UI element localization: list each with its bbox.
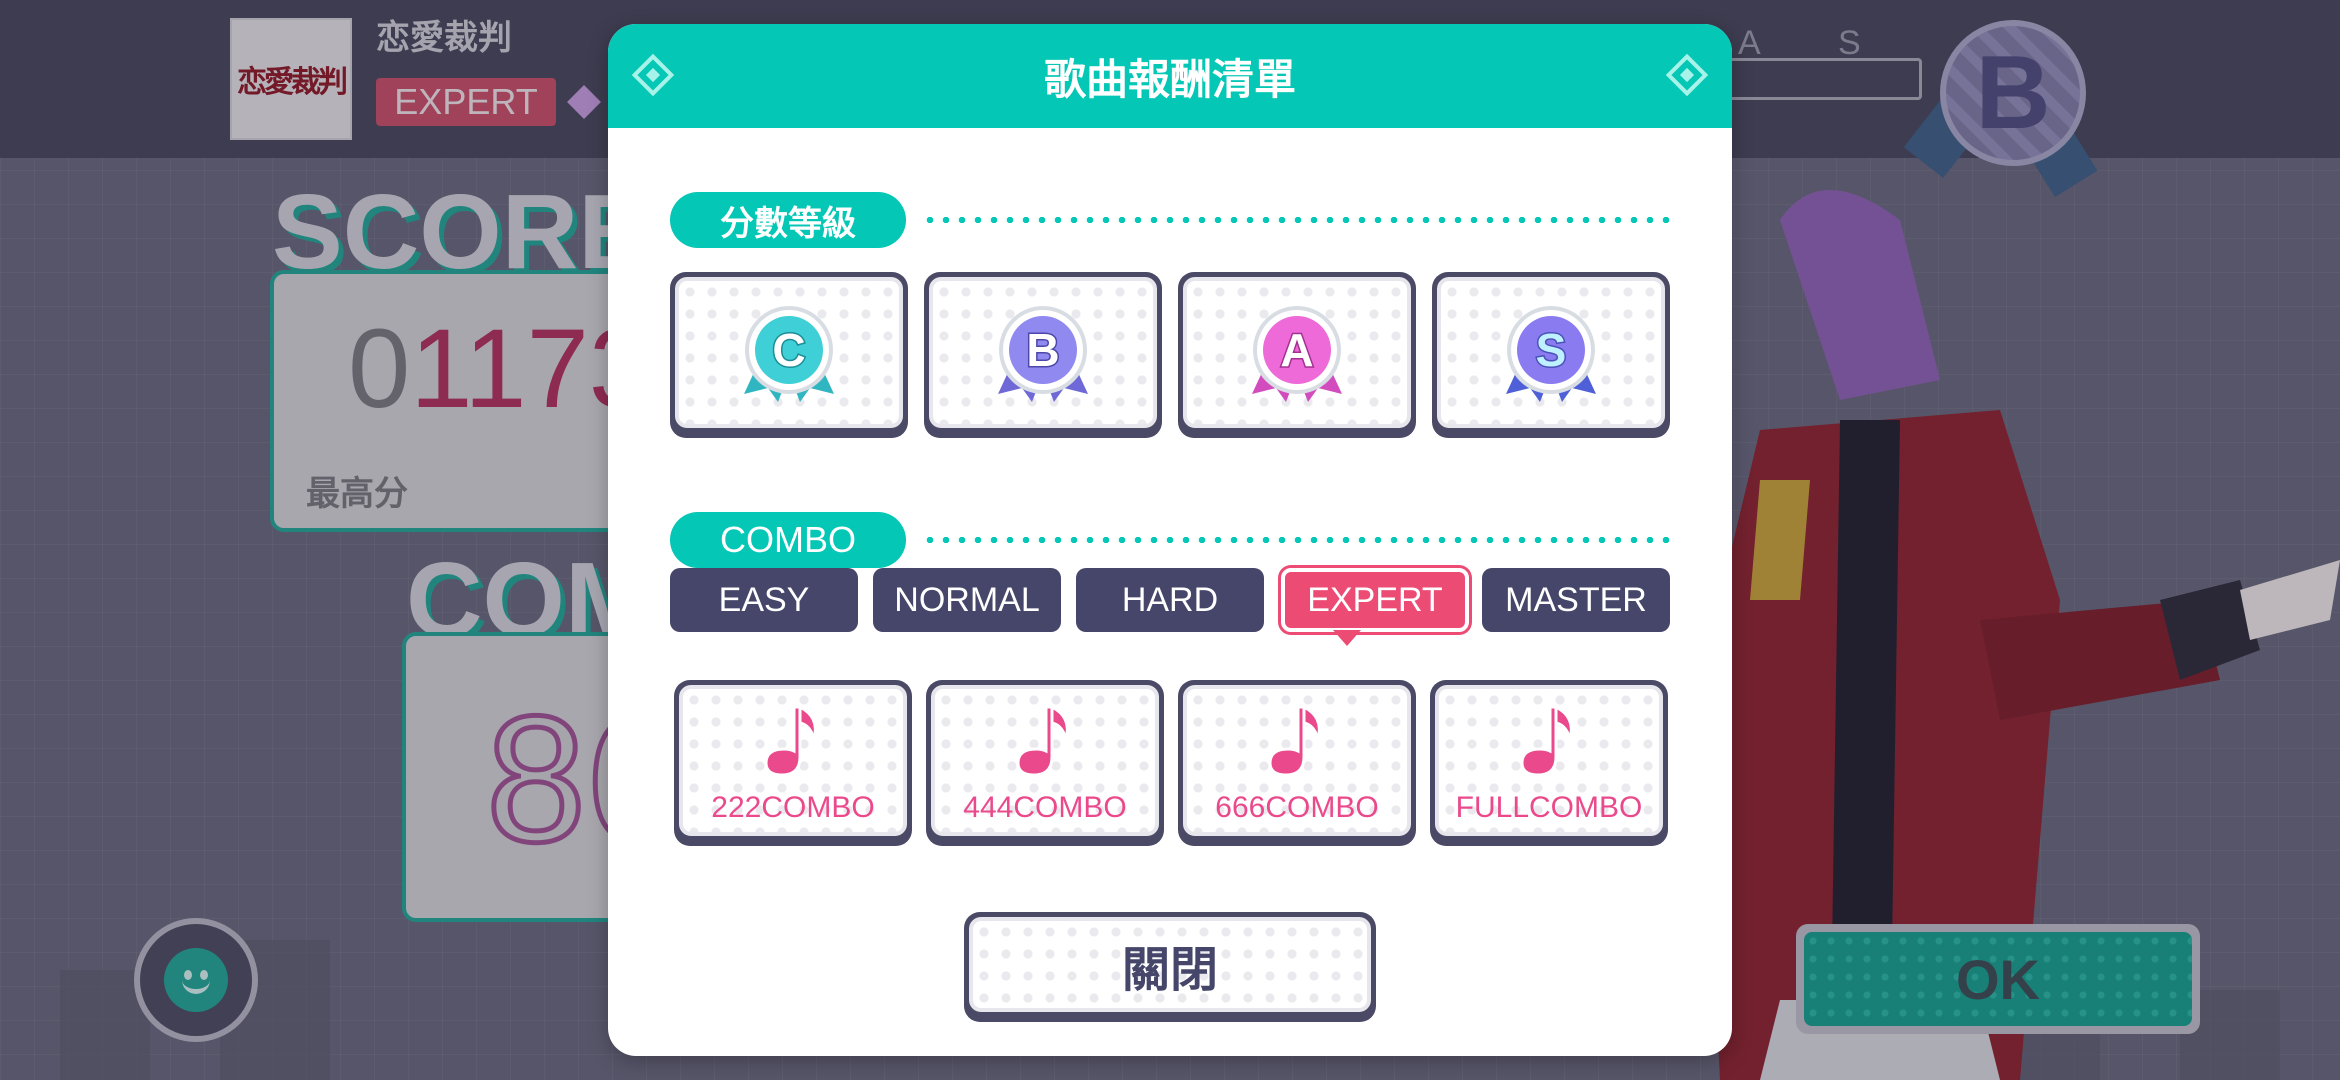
combo-section-label: COMBO <box>670 512 906 568</box>
combo-reward-label: 444COMBO <box>963 791 1127 824</box>
dialog-header: 歌曲報酬清單 <box>608 24 1732 128</box>
close-button-label: 關閉 <box>969 917 1371 1012</box>
rank-c-medal-icon: C <box>744 305 834 402</box>
active-tab-pointer <box>1333 630 1361 646</box>
score-rank-section-label: 分數等級 <box>670 192 906 248</box>
combo-reward-card-222[interactable]: 222COMBO <box>674 680 912 846</box>
rank-s-medal-icon: S <box>1506 305 1596 402</box>
rank-b-medal-icon: B <box>998 305 1088 402</box>
difficulty-tab-normal[interactable]: NORMAL <box>873 568 1061 632</box>
diamond-icon <box>631 53 675 97</box>
difficulty-tab-expert[interactable]: EXPERT <box>1281 568 1469 632</box>
svg-text:A: A <box>1280 324 1313 376</box>
dialog-title: 歌曲報酬清單 <box>1043 54 1296 104</box>
combo-reward-label: 666COMBO <box>1215 791 1379 824</box>
section-divider-dots <box>922 217 1674 223</box>
svg-text:B: B <box>1026 324 1059 376</box>
svg-text:C: C <box>772 324 805 376</box>
diamond-icon <box>1665 53 1709 97</box>
music-note-icon <box>1268 704 1321 777</box>
rank-a-medal-icon: A <box>1252 305 1342 402</box>
difficulty-tab-hard[interactable]: HARD <box>1076 568 1264 632</box>
combo-reward-card-full[interactable]: FULLCOMBO <box>1430 680 1668 846</box>
combo-reward-label: 222COMBO <box>711 791 875 824</box>
close-button[interactable]: 關閉 <box>964 912 1376 1022</box>
rank-reward-card-s[interactable]: S <box>1432 272 1670 438</box>
combo-reward-card-666[interactable]: 666COMBO <box>1178 680 1416 846</box>
difficulty-tab-master[interactable]: MASTER <box>1482 568 1670 632</box>
music-note-icon <box>1016 704 1069 777</box>
svg-text:S: S <box>1536 324 1567 376</box>
combo-reward-card-444[interactable]: 444COMBO <box>926 680 1164 846</box>
music-note-icon <box>764 704 817 777</box>
combo-reward-label: FULLCOMBO <box>1455 791 1643 824</box>
music-note-icon <box>1520 704 1573 777</box>
difficulty-tab-easy[interactable]: EASY <box>670 568 858 632</box>
rank-reward-card-b[interactable]: B <box>924 272 1162 438</box>
section-divider-dots <box>922 537 1674 543</box>
rank-reward-card-c[interactable]: C <box>670 272 908 438</box>
song-reward-list-dialog: 歌曲報酬清單 分數等級 C B A S COMBO <box>608 24 1732 1056</box>
rank-reward-card-a[interactable]: A <box>1178 272 1416 438</box>
